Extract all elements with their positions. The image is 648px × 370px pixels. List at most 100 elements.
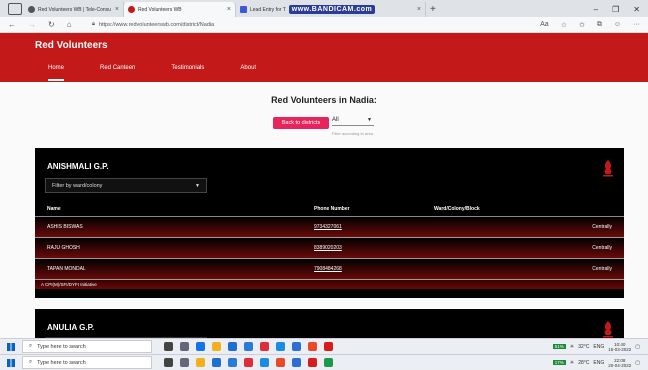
forward-icon[interactable]: → <box>28 20 36 29</box>
lock-icon: 🔒︎ <box>92 21 95 27</box>
tab-label: Red Volunteers WB | Tele-Consu <box>38 6 111 13</box>
ward-filter-label: Filter by ward/colony <box>52 182 103 189</box>
language-indicator[interactable]: ENG <box>593 344 604 350</box>
bandicam-watermark: www.BANDICAM.com <box>288 5 376 14</box>
search-placeholder: Type here to search <box>37 359 86 366</box>
cortana-icon[interactable] <box>164 342 173 351</box>
system-tray: 51% ☀ 32°C ENG 10:40 15-03-2022 ▢ <box>552 342 648 352</box>
column-header-phone: Phone Number <box>314 206 350 212</box>
favorite-icon[interactable]: ☆ <box>561 21 567 29</box>
browser-tab-3[interactable]: Lead Entry for T www.BANDICAM.com × <box>236 2 426 17</box>
search-placeholder: Type here to search <box>37 343 86 350</box>
cortana-icon[interactable] <box>164 358 173 367</box>
browser-tab-2[interactable]: Red Volunteers WB × <box>124 2 236 17</box>
ward-cell: Centrally <box>592 245 612 251</box>
mail-icon[interactable] <box>228 358 237 367</box>
recorder-icon[interactable] <box>308 358 317 367</box>
taskbar: ⌕ Type here to search 17% ☀ 28°C ENG 22:… <box>0 354 648 370</box>
taskbar-search[interactable]: ⌕ Type here to search <box>22 356 152 369</box>
chrome-icon[interactable] <box>308 342 317 351</box>
minimize-icon[interactable]: – <box>594 5 598 14</box>
app-icon[interactable] <box>260 358 269 367</box>
tab-favicon-icon <box>128 6 135 13</box>
close-icon[interactable]: × <box>417 6 421 13</box>
phone-link[interactable]: 9734327061 <box>314 224 434 230</box>
gp-card: ANISHMALI G.P. Filter by ward/colony ▼ N… <box>35 148 624 298</box>
search-icon: ⌕ <box>29 359 33 365</box>
card-title: ANULIA G.P. <box>47 323 95 332</box>
task-view-icon[interactable] <box>180 342 189 351</box>
maximize-icon[interactable]: ❐ <box>612 5 619 14</box>
table-row: RAJU GHOSH 8389020203 Centrally <box>35 238 624 259</box>
notifications-icon[interactable]: ▢ <box>635 360 640 366</box>
recorder-icon[interactable] <box>324 342 333 351</box>
clock[interactable]: 22:08 20-04-2022 <box>608 358 631 368</box>
main-content: Red Volunteers in Nadia: Back to distric… <box>0 82 648 358</box>
close-icon[interactable]: × <box>115 6 119 13</box>
nav-home[interactable]: Home <box>48 65 65 81</box>
edge-icon[interactable] <box>196 342 205 351</box>
tab-label: Lead Entry for T <box>250 6 286 13</box>
start-button[interactable] <box>0 342 22 351</box>
collections-icon[interactable]: ⧉ <box>597 21 602 29</box>
new-tab-icon[interactable]: + <box>430 4 436 15</box>
more-icon[interactable]: ··· <box>633 21 640 29</box>
browser-tab-strip: Red Volunteers WB | Tele-Consu × Red Vol… <box>0 0 648 17</box>
site-nav: Home Red Canteen Testimonials About <box>48 65 292 81</box>
favorites-icon[interactable]: ✩ <box>579 21 585 29</box>
start-button[interactable] <box>0 358 22 367</box>
url-field[interactable]: 🔒︎ https://www.redvolunteerswb.com/distr… <box>92 21 214 28</box>
close-window-icon[interactable]: ✕ <box>633 5 640 14</box>
phone-link[interactable]: 8389020203 <box>314 245 434 251</box>
ward-filter-select[interactable]: Filter by ward/colony ▼ <box>45 178 207 193</box>
taskbar-search[interactable]: ⌕ Type here to search <box>22 340 152 353</box>
store-icon[interactable] <box>212 358 221 367</box>
window-menu-icon[interactable] <box>8 3 22 15</box>
nav-red-canteen[interactable]: Red Canteen <box>100 65 135 81</box>
nav-about[interactable]: About <box>240 65 256 81</box>
app-icon[interactable] <box>276 342 285 351</box>
read-aloud-icon[interactable]: Aa <box>540 21 549 29</box>
taskbar-apps <box>152 358 333 367</box>
initiative-footnote: A CPI(M)/SFI/DYFI Initiative <box>35 280 624 289</box>
table-row: TAPAN MONDAL 7908484268 Centrally <box>35 259 624 280</box>
ward-cell: Centrally <box>592 224 612 230</box>
chrome-icon[interactable] <box>276 358 285 367</box>
file-explorer-icon[interactable] <box>212 342 221 351</box>
vscode-icon[interactable] <box>292 358 301 367</box>
chevron-down-icon: ▼ <box>367 117 372 123</box>
area-select[interactable]: All ▼ <box>332 117 374 126</box>
temperature: 28°C <box>578 359 590 366</box>
profile-icon[interactable]: ☺ <box>614 21 621 29</box>
store-icon[interactable] <box>228 342 237 351</box>
notifications-icon[interactable]: ▢ <box>635 344 640 350</box>
back-to-districts-button[interactable]: Back to districts <box>273 117 329 129</box>
back-icon[interactable]: ← <box>8 20 16 29</box>
window-controls: – ❐ ✕ <box>594 5 648 17</box>
battery-badge: 17% <box>552 360 566 365</box>
card-title: ANISHMALI G.P. <box>47 162 109 171</box>
column-header-ward: Ward/Colony/Block <box>434 206 480 212</box>
nav-testimonials[interactable]: Testimonials <box>171 65 204 81</box>
search-icon: ⌕ <box>29 343 33 349</box>
browser-tab-1[interactable]: Red Volunteers WB | Tele-Consu × <box>24 2 124 17</box>
red-volunteers-logo-icon <box>603 321 613 338</box>
taskbar-apps <box>152 342 333 351</box>
reload-icon[interactable]: ↻ <box>48 20 55 29</box>
tab-label: Red Volunteers WB <box>138 6 182 13</box>
table-row: ASHIS BISWAS 9734327061 Centrally <box>35 217 624 238</box>
clock[interactable]: 10:40 15-03-2022 <box>608 342 631 352</box>
phone-link[interactable]: 7908484268 <box>314 266 434 272</box>
home-icon[interactable]: ⌂ <box>67 20 72 29</box>
vscode-icon[interactable] <box>292 342 301 351</box>
site-brand[interactable]: Red Volunteers <box>35 40 108 51</box>
app-icon[interactable] <box>260 342 269 351</box>
task-view-icon[interactable] <box>180 358 189 367</box>
close-icon[interactable]: × <box>227 6 231 13</box>
mail-icon[interactable] <box>244 342 253 351</box>
file-explorer-icon[interactable] <box>196 358 205 367</box>
tab-favicon-icon <box>28 6 35 13</box>
language-indicator[interactable]: ENG <box>593 360 604 366</box>
app-icon[interactable] <box>324 358 333 367</box>
app-icon[interactable] <box>244 358 253 367</box>
